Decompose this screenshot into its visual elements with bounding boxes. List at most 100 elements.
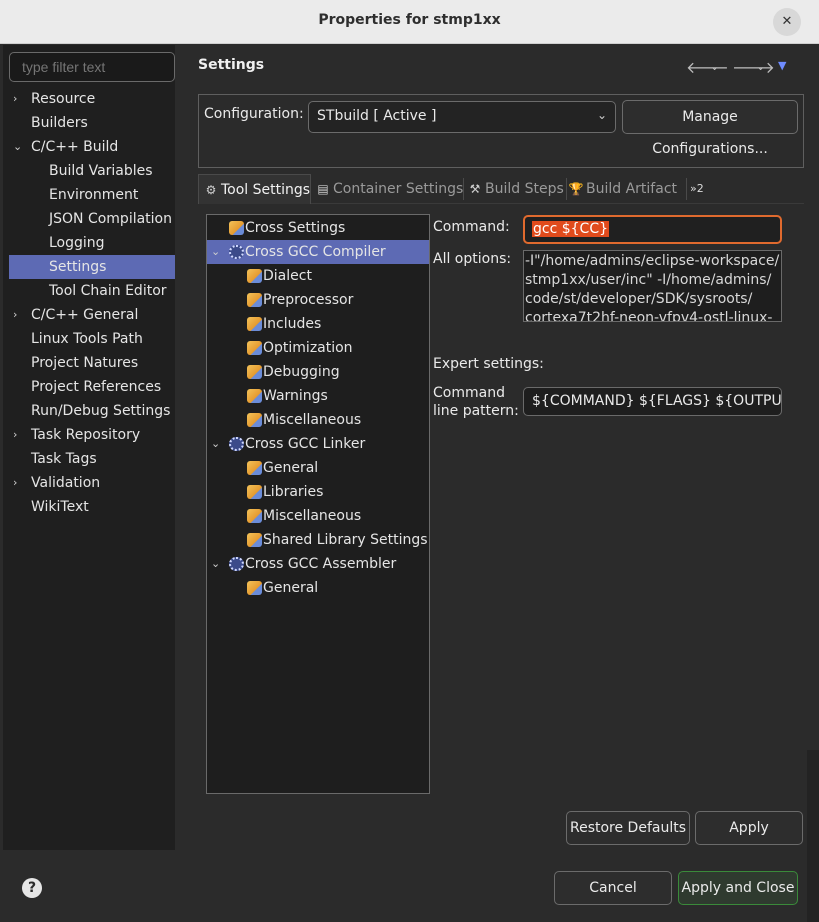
sidebar-item[interactable]: Task Tags <box>9 447 175 471</box>
tree-node[interactable]: Includes <box>207 312 429 336</box>
options-icon <box>247 389 262 403</box>
tree-node[interactable]: General <box>207 576 429 600</box>
sidebar-item[interactable]: Project References <box>9 375 175 399</box>
tree-node-label: Miscellaneous <box>263 508 362 524</box>
forward-arrow-icon[interactable]: 🡒 <box>732 57 775 77</box>
options-icon <box>247 485 262 499</box>
options-icon <box>247 269 262 283</box>
tree-node-label: Optimization <box>263 340 353 356</box>
window-title: Properties for stmp1xx <box>318 12 501 28</box>
sidebar-item-label: Validation <box>31 475 101 491</box>
container-icon: ▤ <box>317 182 329 196</box>
chevron-right-icon[interactable]: › <box>13 423 17 447</box>
tree-node[interactable]: ⌄ Cross GCC Assembler <box>207 552 429 576</box>
close-icon[interactable]: ✕ <box>773 8 801 36</box>
sidebar-item[interactable]: Tool Chain Editor <box>9 279 175 303</box>
tab-tool-settings[interactable]: ⚙ Tool Settings <box>198 174 311 204</box>
sidebar-item[interactable]: › Validation <box>9 471 175 495</box>
pattern-label-line2: line pattern: <box>433 403 519 419</box>
restore-defaults-button[interactable]: Restore Defaults <box>566 811 690 845</box>
sidebar-item-label: Project References <box>31 379 162 395</box>
tree-node[interactable]: Debugging <box>207 360 429 384</box>
sidebar-item[interactable]: Settings <box>9 255 175 279</box>
command-line-pattern-input[interactable]: ${COMMAND} ${FLAGS} ${OUTPUT_F <box>523 387 782 416</box>
sidebar-item[interactable]: WikiText <box>9 495 175 519</box>
tree-node-label: Debugging <box>263 364 340 380</box>
sidebar-item-label: C/C++ Build <box>31 139 119 155</box>
back-arrow-icon[interactable]: 🡐 <box>686 57 729 77</box>
command-value: gcc ${CC} <box>532 221 610 237</box>
chevron-right-icon[interactable]: › <box>13 87 17 111</box>
options-icon <box>247 413 262 427</box>
chevron-down-icon[interactable]: ⌄ <box>211 552 220 576</box>
gear-icon: ⚙ <box>205 183 217 197</box>
tree-node[interactable]: Warnings <box>207 384 429 408</box>
tree-node[interactable]: ⌄ Cross GCC Compiler <box>207 240 429 264</box>
tab-divider <box>566 178 567 200</box>
chevron-down-icon[interactable]: ⌄ <box>756 60 765 73</box>
sidebar-item-label: Tool Chain Editor <box>49 283 167 299</box>
filter-input[interactable] <box>9 52 175 82</box>
hammer-icon: ⚒ <box>469 182 481 196</box>
configuration-label: Configuration: <box>204 106 304 122</box>
tab-bar: ⚙ Tool Settings ▤ Container Settings ⚒ Buil… <box>198 174 804 204</box>
sidebar-item[interactable]: Build Variables <box>9 159 175 183</box>
help-icon[interactable]: ? <box>22 878 42 898</box>
sidebar-item[interactable]: Builders <box>9 111 175 135</box>
tree-node-label: General <box>263 460 319 476</box>
all-options-line: cortexa7t2hf-neon-vfpv4-ostl-linux- <box>525 310 773 322</box>
sidebar-item[interactable]: JSON Compilation <box>9 207 175 231</box>
view-menu-icon[interactable]: ▼ <box>778 59 786 72</box>
sidebar-item[interactable]: Run/Debug Settings <box>9 399 175 423</box>
all-options-label: All options: <box>433 251 512 267</box>
tree-node[interactable]: Miscellaneous <box>207 408 429 432</box>
options-icon <box>247 533 262 547</box>
sidebar-item[interactable]: › Task Repository <box>9 423 175 447</box>
sidebar-item-label: Logging <box>49 235 105 251</box>
all-options-line: code/st/developer/SDK/sysroots/ <box>525 291 753 307</box>
sidebar-item-label: Project Natures <box>31 355 139 371</box>
tree-node-label: Cross Settings <box>245 220 346 236</box>
sidebar-item[interactable]: Environment <box>9 183 175 207</box>
sidebar-item-label: Settings <box>49 259 107 275</box>
sidebar-item-label: Task Tags <box>31 451 97 467</box>
configuration-select[interactable]: STbuild [ Active ] ⌄ <box>308 101 616 133</box>
command-input[interactable]: gcc ${CC} <box>523 215 782 244</box>
chevron-right-icon[interactable]: › <box>13 303 17 327</box>
title-bar: Properties for stmp1xx ✕ <box>0 0 819 44</box>
tree-node[interactable]: Shared Library Settings <box>207 528 429 552</box>
tree-node[interactable]: Cross Settings <box>207 216 429 240</box>
chevron-down-icon[interactable]: ⌄ <box>211 240 220 264</box>
tab-build-steps[interactable]: ⚒ Build Steps <box>467 174 565 204</box>
chevron-right-icon[interactable]: › <box>13 471 17 495</box>
sidebar-item[interactable]: Linux Tools Path <box>9 327 175 351</box>
tree-node[interactable]: Libraries <box>207 480 429 504</box>
tab-overflow[interactable]: »2 <box>690 174 716 204</box>
sidebar-item[interactable]: Logging <box>9 231 175 255</box>
options-icon <box>247 509 262 523</box>
all-options-text[interactable]: -I"/home/admins/eclipse-workspace/stmp1x… <box>523 250 782 322</box>
tab-build-artifact[interactable]: 🏆 Build Artifact <box>568 174 684 204</box>
chevron-down-icon[interactable]: ⌄ <box>13 135 22 159</box>
tree-node[interactable]: Miscellaneous <box>207 504 429 528</box>
tree-node[interactable]: General <box>207 456 429 480</box>
tree-node[interactable]: ⌄ Cross GCC Linker <box>207 432 429 456</box>
tree-node[interactable]: Preprocessor <box>207 288 429 312</box>
cancel-button[interactable]: Cancel <box>554 871 672 905</box>
tree-node-label: Cross GCC Assembler <box>245 556 397 572</box>
chevron-down-icon[interactable]: ⌄ <box>211 432 220 456</box>
tree-node-label: Miscellaneous <box>263 412 362 428</box>
manage-configurations-button[interactable]: Manage Configurations... <box>622 100 798 157</box>
all-options-line: -I"/home/admins/eclipse-workspace/ <box>525 253 780 269</box>
sidebar-item[interactable]: ⌄ C/C++ Build <box>9 135 175 159</box>
tree-node[interactable]: Optimization <box>207 336 429 360</box>
sidebar-item[interactable]: › C/C++ General <box>9 303 175 327</box>
apply-button[interactable]: Apply <box>695 811 803 845</box>
chevron-down-icon[interactable]: ⌄ <box>710 60 719 73</box>
sidebar-item[interactable]: Project Natures <box>9 351 175 375</box>
tab-container-settings[interactable]: ▤ Container Settings <box>315 174 463 204</box>
apply-and-close-button[interactable]: Apply and Close <box>678 871 798 905</box>
tree-node-label: Shared Library Settings <box>263 532 428 548</box>
sidebar-item[interactable]: › Resource <box>9 87 175 111</box>
tree-node[interactable]: Dialect <box>207 264 429 288</box>
